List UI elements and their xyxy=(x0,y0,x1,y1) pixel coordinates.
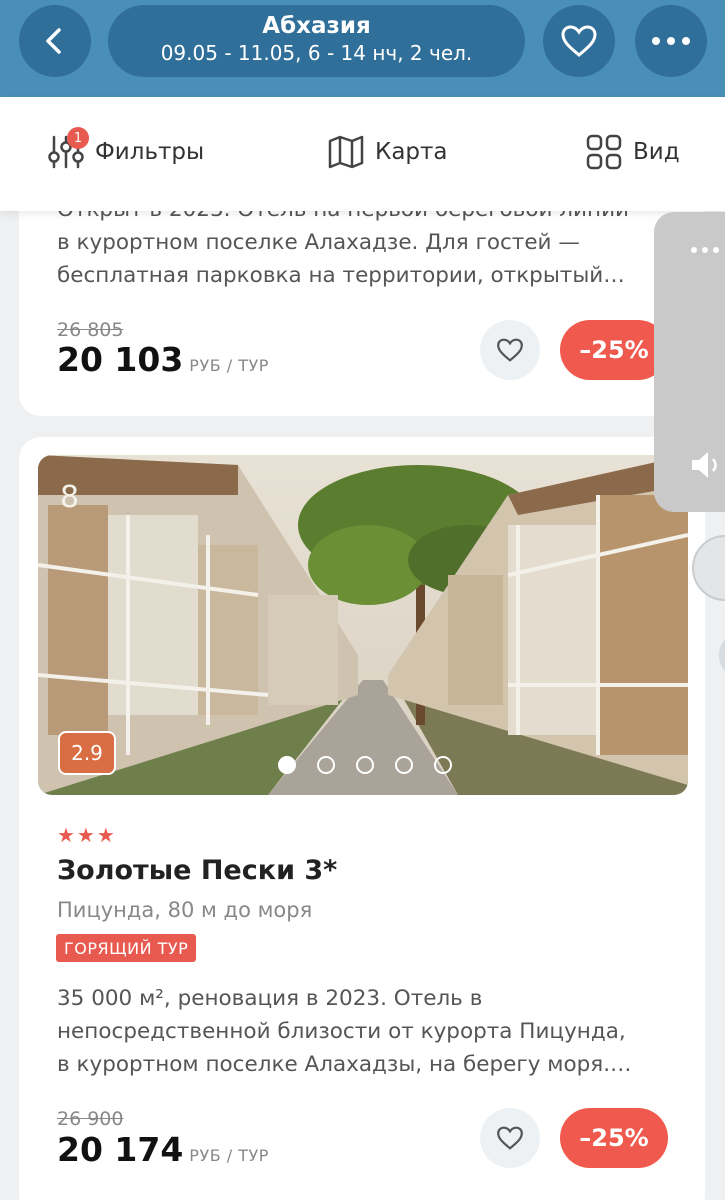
hotel-photo-image: 8 xyxy=(38,455,688,795)
edge-floating-button[interactable] xyxy=(719,630,725,680)
hotel-card[interactable]: 8 2.9 ★★★ Золотые Пески 3* Пицунда, 80 м… xyxy=(19,437,705,1200)
add-to-favorites-button[interactable] xyxy=(480,320,540,380)
view-button[interactable]: Вид xyxy=(585,133,680,171)
floating-side-panel[interactable] xyxy=(654,212,725,512)
add-to-favorites-button[interactable] xyxy=(480,1108,540,1168)
destination-title: Абхазия xyxy=(262,13,371,39)
hotel-name[interactable]: Золотые Пески 3* xyxy=(57,855,337,886)
heart-icon xyxy=(497,1126,523,1150)
filters-icon: 1 xyxy=(47,127,89,171)
description-line: бесплатная парковка на территории, откры… xyxy=(57,263,625,288)
more-dots-icon xyxy=(691,247,719,253)
price-value: 20 103 xyxy=(57,340,184,379)
old-price: 26 900 xyxy=(57,1108,124,1130)
results-toolbar: 1 Фильтры Карта Вид xyxy=(0,97,725,211)
speaker-icon[interactable] xyxy=(688,447,724,483)
pagination-dot[interactable] xyxy=(434,756,452,774)
discount-badge: –25% xyxy=(560,1108,668,1168)
pagination-dot[interactable] xyxy=(317,756,335,774)
price-value: 20 174 xyxy=(57,1130,184,1169)
back-button[interactable] xyxy=(19,5,91,77)
hot-tour-badge: ГОРЯЩИЙ ТУР xyxy=(56,934,197,962)
pagination-dot[interactable] xyxy=(278,756,296,774)
star-rating: ★★★ xyxy=(57,823,117,847)
filters-label: Фильтры xyxy=(95,139,205,165)
description-line: непосредственной близости от курорта Пиц… xyxy=(57,1019,626,1044)
more-dots-icon xyxy=(652,37,690,45)
old-price: 26 805 xyxy=(57,319,124,341)
heart-icon xyxy=(561,25,597,57)
photo-pagination xyxy=(278,756,473,774)
hotel-photo[interactable]: 8 2.9 xyxy=(38,455,688,795)
price-unit: РУБ / ТУР xyxy=(189,356,269,375)
app-header: Абхазия 09.05 - 11.05, 6 - 14 нч, 2 чел. xyxy=(0,0,725,97)
map-button[interactable]: Карта xyxy=(327,133,448,171)
view-label: Вид xyxy=(633,139,680,165)
filters-button[interactable]: 1 Фильтры xyxy=(47,127,205,171)
discount-badge: –25% xyxy=(560,320,668,380)
favorite-button[interactable] xyxy=(543,5,615,77)
price-unit: РУБ / ТУР xyxy=(189,1146,269,1165)
search-summary-button[interactable]: Абхазия 09.05 - 11.05, 6 - 14 нч, 2 чел. xyxy=(108,5,525,77)
pagination-dot[interactable] xyxy=(395,756,413,774)
description-line: в курортном поселке Алахадзе. Для гостей… xyxy=(57,230,580,255)
price: 20 174 РУБ / ТУР xyxy=(57,1130,269,1169)
more-button[interactable] xyxy=(635,5,707,77)
trip-params: 09.05 - 11.05, 6 - 14 нч, 2 чел. xyxy=(160,41,473,65)
building-number: 8 xyxy=(60,480,79,515)
hotel-description: 35 000 м², реновация в 2023. Отель в неп… xyxy=(57,982,667,1081)
map-icon xyxy=(327,133,365,171)
filters-count-badge: 1 xyxy=(67,127,89,149)
heart-icon xyxy=(497,338,523,362)
price: 20 103 РУБ / ТУР xyxy=(57,340,269,379)
description-line: 35 000 м², реновация в 2023. Отель в xyxy=(57,986,483,1011)
grid-view-icon xyxy=(585,133,623,171)
pagination-dot[interactable] xyxy=(356,756,374,774)
rating-badge: 2.9 xyxy=(58,731,116,775)
map-label: Карта xyxy=(375,139,448,165)
hotel-location: Пицунда, 80 м до моря xyxy=(57,898,313,922)
description-line: в курортном поселке Алахадзы, на берегу … xyxy=(57,1052,632,1077)
chevron-left-icon xyxy=(46,28,61,54)
